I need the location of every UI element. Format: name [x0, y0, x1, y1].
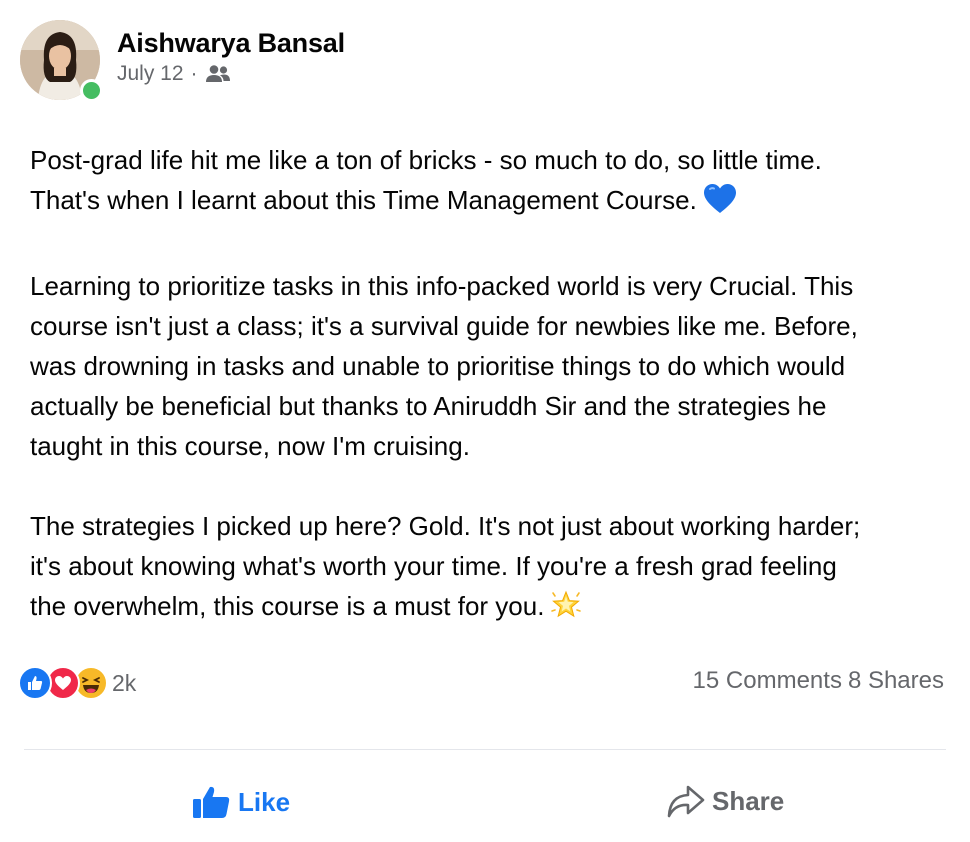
shares-count[interactable]: 8 Shares [848, 667, 944, 694]
post-meta: July 12 · [117, 62, 231, 86]
like-button[interactable]: Like [192, 784, 290, 820]
glowing-star-icon [550, 589, 582, 632]
post-stats: 2k 15 Comments 8 Shares [18, 664, 944, 702]
friends-icon[interactable] [205, 64, 231, 84]
like-label: Like [238, 786, 291, 817]
author-name[interactable]: Aishwarya Bansal [117, 28, 345, 59]
thumbs-up-icon [193, 786, 230, 818]
post-actions: Like Share [24, 770, 946, 840]
share-arrow-icon [667, 785, 705, 818]
engagement-counts: 15 Comments 8 Shares [693, 667, 944, 695]
online-status-dot [80, 79, 103, 102]
post-header: Aishwarya Bansal July 12 · [20, 20, 620, 102]
post-date[interactable]: July 12 [117, 62, 184, 86]
comments-count[interactable]: 15 Comments [693, 667, 842, 694]
share-button[interactable]: Share [666, 782, 784, 820]
blue-heart-icon [703, 183, 737, 226]
share-label: Share [712, 785, 785, 816]
post-paragraph: Post-grad life hit me like a ton of bric… [30, 140, 940, 226]
like-reaction-icon [18, 666, 52, 700]
reaction-count[interactable]: 2k [112, 670, 136, 697]
actions-divider [24, 749, 946, 750]
post-body: Post-grad life hit me like a ton of bric… [30, 140, 940, 632]
post-paragraph: The strategies I picked up here? Gold. I… [30, 506, 940, 632]
post-paragraph: Learning to prioritize tasks in this inf… [30, 271, 858, 461]
meta-separator: · [190, 62, 198, 85]
reactions-summary[interactable]: 2k [18, 664, 136, 702]
